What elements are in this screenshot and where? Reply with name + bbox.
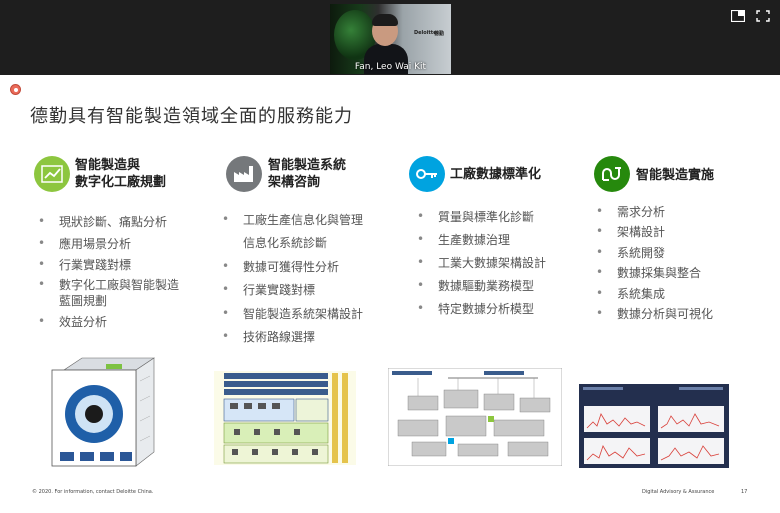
list-item: • 工廠生產信息化與管理 xyxy=(222,212,364,227)
list-item: • 生產數據治理 xyxy=(417,232,511,247)
list-item: • 質量與標準化診斷 xyxy=(417,209,535,224)
list-item: • 數字化工廠與智能製造 xyxy=(38,277,180,292)
column-heading: 工廠數據標準化 xyxy=(450,166,541,183)
list-item: • 效益分析 xyxy=(38,314,108,329)
fullscreen-icon[interactable] xyxy=(755,10,771,24)
column-heading-line-1: 智能製造實施 xyxy=(636,168,715,183)
list-item: • 數據驅動業務模型 xyxy=(417,278,535,293)
column-heading-line-1: 智能製造與 xyxy=(75,158,141,173)
footer-copyright: © 2020. For information, contact Deloitt… xyxy=(32,489,154,495)
video-wall-sign-2: 德勤 xyxy=(434,31,445,37)
list-item: • 行業實踐對標 xyxy=(222,282,316,297)
list-item: • 應用場景分析 xyxy=(38,236,132,251)
list-item: • 數據採集與整合 xyxy=(596,265,702,280)
loop-icon xyxy=(594,156,630,192)
shared-slide: 德勤具有智能製造領域全面的服務能力 智能製造與 數字化工廠規劃 • 現狀診斷、痛點… xyxy=(0,75,780,513)
cube-diagram-image xyxy=(50,356,162,468)
video-person-hair xyxy=(372,14,398,26)
list-item-continuation: 信息化系統診斷 xyxy=(243,236,328,250)
list-item: • 現狀診斷、痛點分析 xyxy=(38,214,168,229)
column-heading: 智能製造實施 xyxy=(636,167,714,184)
list-item: • 數據可獲得性分析 xyxy=(222,259,340,274)
list-item: • 工業大數據架構設計 xyxy=(417,255,547,270)
page-number: 17 xyxy=(741,489,748,495)
column-heading-line-1: 工廠數據標準化 xyxy=(450,167,542,182)
layout-icon[interactable] xyxy=(730,9,746,24)
list-item: • 架構設計 xyxy=(596,224,666,239)
slide-title: 德勤具有智能製造領域全面的服務能力 xyxy=(30,106,353,127)
list-item: • 特定數據分析模型 xyxy=(417,301,535,316)
key-icon xyxy=(409,156,445,192)
list-item: • 需求分析 xyxy=(596,204,666,219)
column-heading: 智能製造與 數字化工廠規劃 xyxy=(75,157,166,191)
list-item: • 行業實踐對標 xyxy=(38,257,132,272)
column-heading-line-2: 數字化工廠規劃 xyxy=(75,175,167,190)
list-item: • 系統集成 xyxy=(596,286,666,301)
factory-layout-image xyxy=(387,367,563,467)
footer-department: Digital Advisory & Assurance xyxy=(642,489,715,495)
line-chart-icon xyxy=(34,156,70,192)
participant-name-label: Fan, Leo Wai Kit xyxy=(354,62,427,72)
column-heading-line-1: 智能製造系統 xyxy=(268,158,347,173)
list-item: • 技術路線選擇 xyxy=(222,329,316,344)
recording-indicator-icon xyxy=(10,84,21,95)
list-item: • 智能製造系統架構設計 xyxy=(222,306,364,321)
list-item: • 數據分析與可視化 xyxy=(596,306,714,321)
participant-video-tile[interactable]: Deloitte. 德勤 Fan, Leo Wai Kit xyxy=(330,4,451,74)
list-item-continuation: 藍圖規劃 xyxy=(59,294,108,308)
column-heading-line-2: 架構咨詢 xyxy=(268,175,321,190)
factory-icon xyxy=(226,156,262,192)
column-heading: 智能製造系統 架構咨詢 xyxy=(268,157,346,191)
dashboard-image xyxy=(579,384,729,468)
list-item: • 系統開發 xyxy=(596,245,666,260)
architecture-diagram-image xyxy=(214,371,356,465)
meeting-top-bar: Deloitte. 德勤 Fan, Leo Wai Kit xyxy=(0,0,780,75)
